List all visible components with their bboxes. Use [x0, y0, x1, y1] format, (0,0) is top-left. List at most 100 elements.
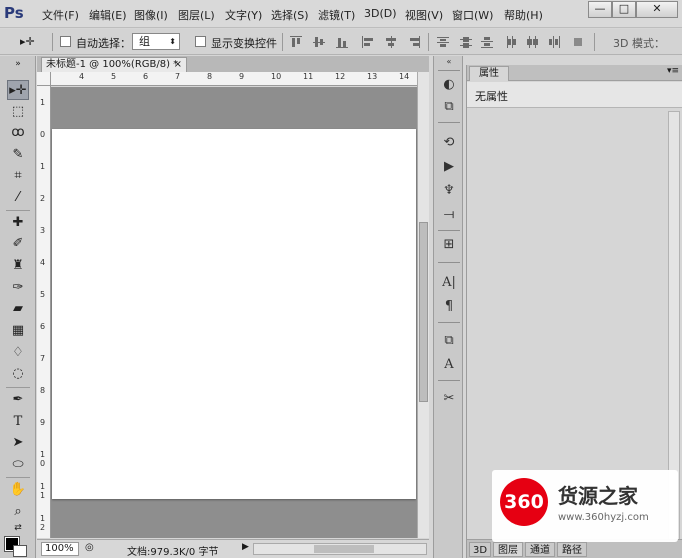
- menu-type[interactable]: 文字(Y): [225, 7, 262, 23]
- tab-layers[interactable]: 图层: [493, 542, 523, 557]
- character-styles-icon[interactable]: ⧉: [440, 332, 458, 350]
- brush-tool-icon[interactable]: ✐: [7, 234, 29, 254]
- horizontal-scrollbar[interactable]: [253, 543, 427, 555]
- toolbox: » ▸✛ ⬚ ꝏ ✎ ⌗ ⁄ ✚ ✐ ♜ ✑ ▰ ▦ ♢ ◌ ✒ T ➤ ⬭ ✋…: [0, 56, 36, 558]
- paragraph-styles-icon[interactable]: A: [440, 356, 458, 374]
- menu-layer[interactable]: 图层(L): [178, 7, 215, 23]
- align-left-icon[interactable]: [362, 36, 374, 48]
- history-panel-icon[interactable]: ⟲: [440, 134, 458, 152]
- character-panel-icon[interactable]: A|: [440, 274, 458, 292]
- healing-brush-tool-icon[interactable]: ✚: [7, 213, 29, 233]
- ruler-tick-label: 10: [271, 72, 282, 81]
- zoom-field[interactable]: 100%: [41, 542, 79, 556]
- distribute-bottom-icon[interactable]: [481, 36, 493, 48]
- move-tool-icon[interactable]: ▸✛: [7, 80, 29, 100]
- show-transform-checkbox[interactable]: [195, 36, 206, 47]
- ruler-origin[interactable]: [37, 72, 51, 86]
- strip-divider: [438, 70, 460, 71]
- vertical-scroll-thumb[interactable]: [419, 222, 428, 402]
- maximize-button[interactable]: □: [612, 1, 636, 18]
- ruler-tick-label: 7: [175, 72, 181, 81]
- horizontal-ruler[interactable]: 4 5 6 7 8 9 10 11 12 13 14: [51, 72, 417, 86]
- move-tool-preset-icon[interactable]: ▸✛: [20, 35, 35, 48]
- distribute-hcenter-icon[interactable]: [526, 36, 538, 48]
- close-button[interactable]: ✕: [636, 1, 678, 18]
- brush-panel-icon[interactable]: ♆: [440, 182, 458, 200]
- menu-select[interactable]: 选择(S): [271, 7, 309, 23]
- minimize-button[interactable]: —: [588, 1, 612, 18]
- dodge-tool-icon[interactable]: ◌: [7, 364, 29, 384]
- menu-filter[interactable]: 滤镜(T): [318, 7, 355, 23]
- align-right-icon[interactable]: [408, 36, 420, 48]
- background-color-swatch[interactable]: [13, 545, 27, 557]
- marquee-tool-icon[interactable]: ⬚: [7, 102, 29, 122]
- updown-arrow-icon: ⬍: [169, 37, 176, 46]
- path-selection-tool-icon[interactable]: ➤: [7, 433, 29, 453]
- toolbox-collapse-icon[interactable]: »: [7, 60, 29, 69]
- menu-help[interactable]: 帮助(H): [504, 7, 543, 23]
- tab-3d[interactable]: 3D: [469, 542, 491, 557]
- status-info-icon[interactable]: ◎: [85, 542, 94, 553]
- distribute-top-icon[interactable]: [437, 36, 449, 48]
- document-canvas[interactable]: [52, 129, 416, 499]
- auto-select-dropdown[interactable]: 组 ⬍: [132, 33, 180, 50]
- zoom-tool-icon[interactable]: ⌕: [7, 502, 29, 522]
- close-tab-icon[interactable]: ×: [174, 58, 182, 71]
- document-tab[interactable]: 未标题-1 @ 100%(RGB/8) * ×: [41, 57, 187, 72]
- type-tool-icon[interactable]: T: [7, 412, 29, 432]
- menu-file[interactable]: 文件(F): [42, 7, 79, 23]
- align-bottom-icon[interactable]: [336, 36, 348, 48]
- swap-colors-icon[interactable]: ⇄: [7, 522, 29, 534]
- horizontal-scroll-thumb[interactable]: [314, 545, 374, 553]
- color-panel-icon[interactable]: ◐: [440, 76, 458, 94]
- crop-tool-icon[interactable]: ⌗: [7, 166, 29, 186]
- brush-presets-icon[interactable]: ⟞: [440, 206, 458, 224]
- pen-tool-icon[interactable]: ✒: [7, 390, 29, 410]
- clone-source-icon[interactable]: ⊞: [440, 236, 458, 254]
- ruler-tick-label: 0: [40, 130, 46, 139]
- ruler-tick-label: 1 1: [40, 482, 46, 500]
- clone-stamp-tool-icon[interactable]: ♜: [7, 256, 29, 276]
- menu-image[interactable]: 图像(I): [134, 7, 168, 23]
- panel-menu-icon[interactable]: ▾≡: [667, 66, 679, 76]
- vertical-scrollbar[interactable]: [417, 72, 429, 538]
- menu-window[interactable]: 窗口(W): [452, 7, 493, 23]
- swatches-panel-icon[interactable]: ⧉: [440, 98, 458, 116]
- distribute-right-icon[interactable]: [548, 36, 560, 48]
- quick-select-tool-icon[interactable]: ✎: [7, 145, 29, 165]
- watermark-title: 货源之家: [558, 484, 638, 508]
- menu-edit[interactable]: 编辑(E): [89, 7, 127, 23]
- status-menu-arrow-icon[interactable]: ▶: [242, 542, 249, 552]
- tool-presets-icon[interactable]: ✂: [440, 390, 458, 408]
- vertical-ruler[interactable]: 1 0 1 2 3 4 5 6 7 8 9 1 0 1 1 1 2: [37, 86, 51, 538]
- menu-view[interactable]: 视图(V): [405, 7, 443, 23]
- paragraph-panel-icon[interactable]: ¶: [440, 298, 458, 316]
- properties-tab[interactable]: 属性: [469, 66, 509, 81]
- align-hcenter-icon[interactable]: [385, 36, 397, 48]
- actions-panel-icon[interactable]: ▶: [440, 158, 458, 176]
- ruler-tick-label: 1: [40, 98, 46, 107]
- align-vcenter-icon[interactable]: [313, 36, 325, 48]
- eyedropper-tool-icon[interactable]: ⁄: [7, 188, 29, 208]
- auto-align-icon[interactable]: [572, 36, 584, 48]
- align-top-icon[interactable]: [290, 36, 302, 48]
- distribute-left-icon[interactable]: [506, 36, 518, 48]
- auto-select-label: 自动选择：: [76, 37, 131, 50]
- strip-collapse-icon[interactable]: «: [440, 58, 458, 66]
- canvas-area[interactable]: [51, 87, 417, 538]
- gradient-tool-icon[interactable]: ▦: [7, 321, 29, 341]
- distribute-vcenter-icon[interactable]: [460, 36, 472, 48]
- lasso-tool-icon[interactable]: ꝏ: [7, 123, 29, 143]
- history-brush-tool-icon[interactable]: ✑: [7, 278, 29, 298]
- ruler-tick-label: 8: [207, 72, 213, 81]
- ellipse-tool-icon[interactable]: ⬭: [7, 455, 29, 475]
- tab-channels[interactable]: 通道: [525, 542, 555, 557]
- menu-3d[interactable]: 3D(D): [364, 7, 397, 20]
- hand-tool-icon[interactable]: ✋: [7, 480, 29, 500]
- tab-paths[interactable]: 路径: [557, 542, 587, 557]
- auto-select-checkbox[interactable]: [60, 36, 71, 47]
- blur-tool-icon[interactable]: ♢: [7, 343, 29, 363]
- eraser-tool-icon[interactable]: ▰: [7, 299, 29, 319]
- mode-3d-label: 3D 模式：: [613, 37, 665, 50]
- auto-select-value: 组: [139, 35, 150, 48]
